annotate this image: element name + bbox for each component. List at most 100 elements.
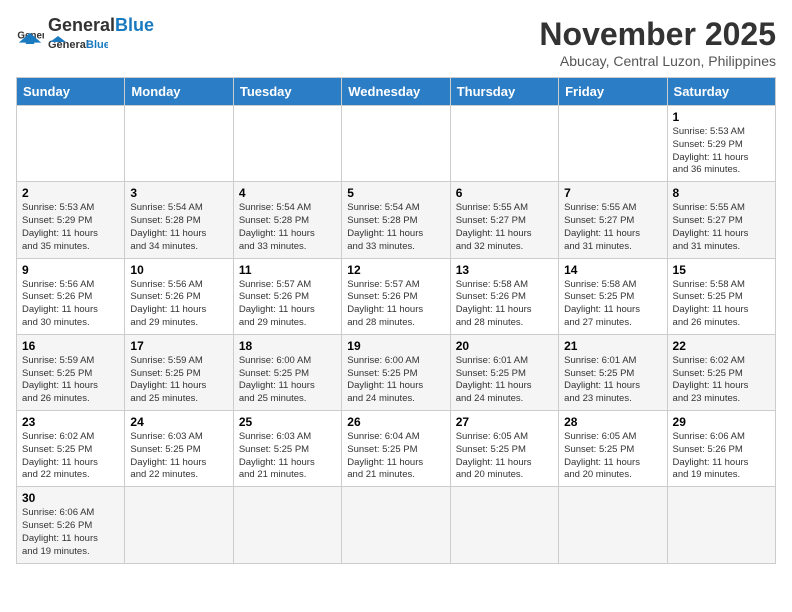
day-number: 4 [239, 186, 336, 200]
calendar-cell: 5Sunrise: 5:54 AM Sunset: 5:28 PM Daylig… [342, 182, 450, 258]
day-info: Sunrise: 6:03 AM Sunset: 5:25 PM Dayligh… [239, 431, 336, 482]
day-info: Sunrise: 5:53 AM Sunset: 5:29 PM Dayligh… [22, 202, 119, 253]
calendar-cell [125, 106, 233, 182]
day-info: Sunrise: 6:04 AM Sunset: 5:25 PM Dayligh… [347, 431, 444, 482]
calendar-cell: 21 Sunrise: 6:01 AM Sunset: 5:25 PM Dayli… [559, 334, 667, 410]
calendar-cell [125, 487, 233, 563]
week-row-5: 23 Sunrise: 6:02 AM Sunset: 5:25 PM Dayli… [17, 411, 776, 487]
weekday-header-sunday: Sunday [17, 78, 125, 106]
day-number: 9 [22, 263, 119, 277]
day-number: 27 [456, 415, 553, 429]
day-info: Sunrise: 5:55 AM Sunset: 5:27 PM Dayligh… [673, 202, 770, 253]
day-info: Sunrise: 6:00 AM Sunset: 5:25 PM Dayligh… [239, 355, 336, 406]
day-info: Sunrise: 5:56 AM Sunset: 5:26 PM Dayligh… [22, 279, 119, 330]
calendar-cell [559, 487, 667, 563]
day-number: 18 [239, 339, 336, 353]
day-info: Sunrise: 6:05 AM Sunset: 5:25 PM Dayligh… [456, 431, 553, 482]
day-info: Sunrise: 5:58 AM Sunset: 5:25 PM Dayligh… [564, 279, 661, 330]
day-number: 19 [347, 339, 444, 353]
calendar-cell [342, 487, 450, 563]
day-number: 21 [564, 339, 661, 353]
calendar-cell: 26 Sunrise: 6:04 AM Sunset: 5:25 PM Dayli… [342, 411, 450, 487]
calendar-cell: 30 Sunrise: 6:06 AM Sunset: 5:26 PM Dayli… [17, 487, 125, 563]
weekday-header-saturday: Saturday [667, 78, 775, 106]
day-info: Sunrise: 6:05 AM Sunset: 5:25 PM Dayligh… [564, 431, 661, 482]
calendar-cell: 8Sunrise: 5:55 AM Sunset: 5:27 PM Daylig… [667, 182, 775, 258]
day-info: Sunrise: 6:06 AM Sunset: 5:26 PM Dayligh… [673, 431, 770, 482]
day-info: Sunrise: 5:53 AM Sunset: 5:29 PM Dayligh… [673, 126, 770, 177]
month-year: November 2025 [539, 16, 776, 53]
weekday-row: SundayMondayTuesdayWednesdayThursdayFrid… [17, 78, 776, 106]
day-number: 11 [239, 263, 336, 277]
day-number: 20 [456, 339, 553, 353]
day-number: 1 [673, 110, 770, 124]
day-info: Sunrise: 6:01 AM Sunset: 5:25 PM Dayligh… [456, 355, 553, 406]
calendar-cell: 2Sunrise: 5:53 AM Sunset: 5:29 PM Daylig… [17, 182, 125, 258]
day-number: 13 [456, 263, 553, 277]
weekday-header-wednesday: Wednesday [342, 78, 450, 106]
calendar-cell: 29Sunrise: 6:06 AM Sunset: 5:26 PM Dayli… [667, 411, 775, 487]
day-info: Sunrise: 5:55 AM Sunset: 5:27 PM Dayligh… [564, 202, 661, 253]
day-info: Sunrise: 6:06 AM Sunset: 5:26 PM Dayligh… [22, 507, 119, 558]
calendar-cell: 15 Sunrise: 5:58 AM Sunset: 5:25 PM Dayli… [667, 258, 775, 334]
day-number: 26 [347, 415, 444, 429]
calendar-cell [233, 106, 341, 182]
week-row-3: 9 Sunrise: 5:56 AM Sunset: 5:26 PM Daylig… [17, 258, 776, 334]
calendar-cell: 11 Sunrise: 5:57 AM Sunset: 5:26 PM Dayli… [233, 258, 341, 334]
day-number: 24 [130, 415, 227, 429]
location: Abucay, Central Luzon, Philippines [539, 53, 776, 69]
calendar-cell: 4 Sunrise: 5:54 AM Sunset: 5:28 PM Daylig… [233, 182, 341, 258]
day-number: 7 [564, 186, 661, 200]
week-row-4: 16 Sunrise: 5:59 AM Sunset: 5:25 PM Dayli… [17, 334, 776, 410]
day-number: 10 [130, 263, 227, 277]
day-info: Sunrise: 5:55 AM Sunset: 5:27 PM Dayligh… [456, 202, 553, 253]
weekday-header-thursday: Thursday [450, 78, 558, 106]
calendar-cell [667, 487, 775, 563]
calendar-header: SundayMondayTuesdayWednesdayThursdayFrid… [17, 78, 776, 106]
week-row-2: 2Sunrise: 5:53 AM Sunset: 5:29 PM Daylig… [17, 182, 776, 258]
weekday-header-friday: Friday [559, 78, 667, 106]
day-number: 30 [22, 491, 119, 505]
day-number: 25 [239, 415, 336, 429]
calendar-cell: 16 Sunrise: 5:59 AM Sunset: 5:25 PM Dayli… [17, 334, 125, 410]
calendar-cell [17, 106, 125, 182]
day-info: Sunrise: 5:58 AM Sunset: 5:25 PM Dayligh… [673, 279, 770, 330]
weekday-header-tuesday: Tuesday [233, 78, 341, 106]
calendar-cell [450, 487, 558, 563]
calendar-table: SundayMondayTuesdayWednesdayThursdayFrid… [16, 77, 776, 564]
calendar-cell: 1 Sunrise: 5:53 AM Sunset: 5:29 PM Daylig… [667, 106, 775, 182]
calendar-cell: 25 Sunrise: 6:03 AM Sunset: 5:25 PM Dayli… [233, 411, 341, 487]
calendar-cell: 19 Sunrise: 6:00 AM Sunset: 5:25 PM Dayli… [342, 334, 450, 410]
logo: General GeneralBlue General Blue [16, 16, 154, 57]
day-info: Sunrise: 5:59 AM Sunset: 5:25 PM Dayligh… [130, 355, 227, 406]
day-number: 23 [22, 415, 119, 429]
calendar-cell: 24Sunrise: 6:03 AM Sunset: 5:25 PM Dayli… [125, 411, 233, 487]
title-section: November 2025 Abucay, Central Luzon, Phi… [539, 16, 776, 69]
calendar-cell: 20 Sunrise: 6:01 AM Sunset: 5:25 PM Dayli… [450, 334, 558, 410]
day-number: 16 [22, 339, 119, 353]
calendar-cell: 17Sunrise: 5:59 AM Sunset: 5:25 PM Dayli… [125, 334, 233, 410]
day-number: 14 [564, 263, 661, 277]
logo-text: GeneralBlue [48, 16, 154, 34]
day-info: Sunrise: 6:02 AM Sunset: 5:25 PM Dayligh… [22, 431, 119, 482]
day-info: Sunrise: 6:00 AM Sunset: 5:25 PM Dayligh… [347, 355, 444, 406]
day-info: Sunrise: 6:02 AM Sunset: 5:25 PM Dayligh… [673, 355, 770, 406]
day-info: Sunrise: 5:54 AM Sunset: 5:28 PM Dayligh… [239, 202, 336, 253]
day-info: Sunrise: 5:54 AM Sunset: 5:28 PM Dayligh… [130, 202, 227, 253]
calendar-cell: 18 Sunrise: 6:00 AM Sunset: 5:25 PM Dayli… [233, 334, 341, 410]
calendar-cell [559, 106, 667, 182]
day-info: Sunrise: 5:57 AM Sunset: 5:26 PM Dayligh… [347, 279, 444, 330]
calendar-cell: 22Sunrise: 6:02 AM Sunset: 5:25 PM Dayli… [667, 334, 775, 410]
calendar-cell: 27 Sunrise: 6:05 AM Sunset: 5:25 PM Dayli… [450, 411, 558, 487]
calendar-cell: 28Sunrise: 6:05 AM Sunset: 5:25 PM Dayli… [559, 411, 667, 487]
day-info: Sunrise: 5:58 AM Sunset: 5:26 PM Dayligh… [456, 279, 553, 330]
calendar-cell: 9 Sunrise: 5:56 AM Sunset: 5:26 PM Daylig… [17, 258, 125, 334]
day-info: Sunrise: 6:01 AM Sunset: 5:25 PM Dayligh… [564, 355, 661, 406]
day-info: Sunrise: 5:57 AM Sunset: 5:26 PM Dayligh… [239, 279, 336, 330]
week-row-1: 1 Sunrise: 5:53 AM Sunset: 5:29 PM Daylig… [17, 106, 776, 182]
calendar-body: 1 Sunrise: 5:53 AM Sunset: 5:29 PM Daylig… [17, 106, 776, 564]
day-number: 15 [673, 263, 770, 277]
calendar-cell: 7 Sunrise: 5:55 AM Sunset: 5:27 PM Daylig… [559, 182, 667, 258]
svg-text:Blue: Blue [86, 39, 108, 51]
day-info: Sunrise: 5:59 AM Sunset: 5:25 PM Dayligh… [22, 355, 119, 406]
